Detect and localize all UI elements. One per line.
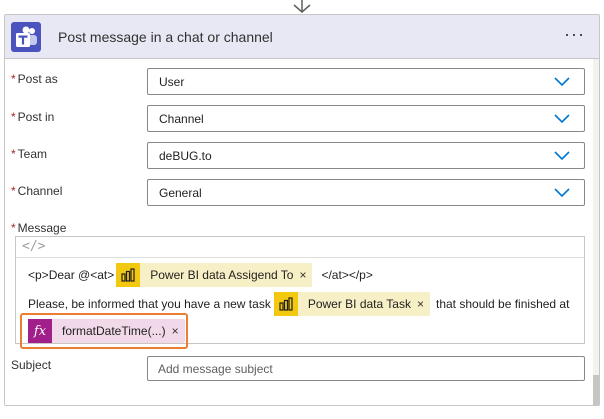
power-bi-icon — [273, 292, 298, 316]
channel-label: * Channel — [11, 184, 63, 198]
post-as-value: User — [159, 74, 185, 89]
post-as-select[interactable]: User — [147, 68, 585, 95]
chevron-down-icon — [554, 77, 570, 87]
close-icon[interactable]: × — [417, 297, 424, 311]
dynamic-content-token[interactable]: Power BI data Assigend To × — [116, 263, 313, 287]
card-title: Post message in a chat or channel — [58, 28, 273, 45]
required-asterisk: * — [11, 184, 16, 198]
team-label: * Team — [11, 147, 48, 161]
subject-label: Subject — [11, 358, 52, 372]
required-asterisk: * — [11, 147, 16, 161]
team-select[interactable]: deBUG.to — [147, 142, 585, 169]
subject-input[interactable] — [147, 356, 585, 381]
required-asterisk: * — [11, 72, 16, 86]
channel-value: General — [159, 185, 202, 200]
card-header[interactable]: Post message in a chat or channel ··· — [5, 15, 599, 59]
teams-logo-icon — [11, 21, 41, 52]
chevron-down-icon — [554, 114, 570, 124]
token-label: Power BI data Task — [307, 297, 411, 311]
more-options-button[interactable]: ··· — [564, 25, 585, 43]
scrollbar-track[interactable] — [593, 59, 599, 405]
post-in-select[interactable]: Channel — [147, 105, 585, 132]
message-text: </at></p> — [321, 268, 373, 282]
dynamic-content-token[interactable]: Power BI data Task × — [273, 292, 430, 316]
message-text: <p>Dear @<at> — [28, 268, 115, 282]
message-text: that should be finished at — [436, 297, 570, 311]
chevron-down-icon — [554, 151, 570, 161]
post-in-value: Channel — [159, 111, 204, 126]
token-label: Power BI data Assigend To — [150, 268, 294, 282]
message-label: * Message — [11, 221, 67, 235]
message-toolbar: </> — [16, 237, 584, 258]
message-text: Please, be informed that you have a new … — [28, 297, 271, 311]
power-bi-icon — [116, 263, 141, 287]
team-value: deBUG.to — [159, 148, 212, 163]
code-view-icon[interactable]: </> — [22, 239, 45, 254]
post-in-label: * Post in — [11, 110, 55, 124]
channel-select[interactable]: General — [147, 179, 585, 206]
arrow-down-icon — [293, 0, 311, 13]
chevron-down-icon — [554, 188, 570, 198]
scrollbar-thumb[interactable] — [593, 375, 599, 405]
post-as-label: * Post as — [11, 72, 58, 86]
required-asterisk: * — [11, 110, 16, 124]
message-line-1: <p>Dear @<at> Power BI data Assigend To … — [28, 263, 373, 287]
highlight-box — [20, 313, 188, 349]
required-asterisk: * — [11, 221, 16, 235]
close-icon[interactable]: × — [299, 268, 306, 282]
